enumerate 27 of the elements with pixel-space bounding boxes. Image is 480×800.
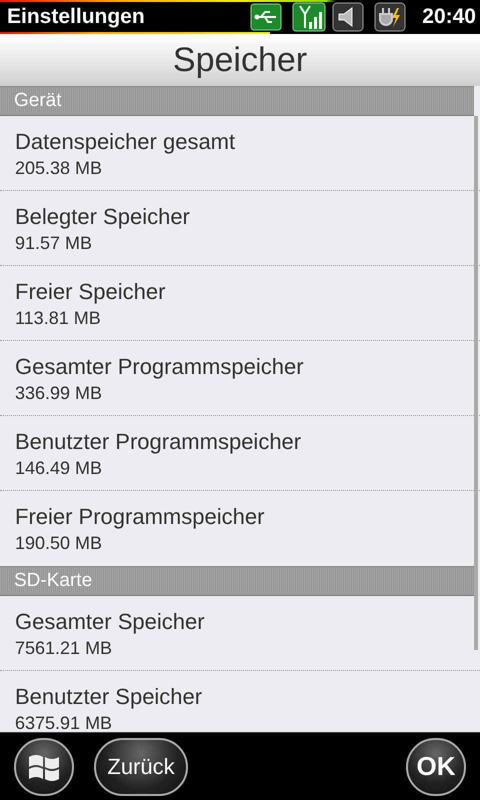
item-label: Belegter Speicher bbox=[15, 203, 190, 231]
usb-icon bbox=[250, 3, 282, 31]
item-value: 113.81 MB bbox=[15, 307, 101, 330]
section-header: SD-Karte bbox=[0, 566, 474, 596]
item-value: 6375.91 MB bbox=[15, 712, 112, 732]
item-value: 7561.21 MB bbox=[15, 637, 112, 660]
item-value: 146.49 MB bbox=[15, 457, 102, 480]
charging-plug-icon bbox=[374, 2, 406, 32]
item-value: 190.50 MB bbox=[15, 532, 102, 555]
page-title: Speicher bbox=[172, 41, 308, 79]
item-label: Freier Programmspeicher bbox=[15, 503, 264, 531]
signal-icon bbox=[292, 2, 326, 32]
item-label: Gesamter Speicher bbox=[15, 608, 205, 636]
item-value: 336.99 MB bbox=[15, 382, 102, 405]
item-label: Gesamter Programmspeicher bbox=[15, 353, 304, 381]
status-title: Einstellungen bbox=[7, 5, 146, 29]
section-header: Gerät bbox=[0, 86, 474, 116]
item-label: Datenspeicher gesamt bbox=[15, 128, 236, 156]
speaker-icon bbox=[332, 2, 364, 32]
clock: 20:40 bbox=[422, 5, 476, 29]
item-value: 91.57 MB bbox=[15, 232, 92, 255]
item-label: Freier Speicher bbox=[15, 278, 166, 306]
item-value: 205.38 MB bbox=[15, 157, 102, 180]
back-button[interactable]: Zurück bbox=[94, 738, 188, 796]
ok-button[interactable]: OK bbox=[406, 738, 466, 796]
item-label: Benutzter Programmspeicher bbox=[15, 428, 302, 456]
item-label: Benutzter Speicher bbox=[15, 683, 202, 711]
